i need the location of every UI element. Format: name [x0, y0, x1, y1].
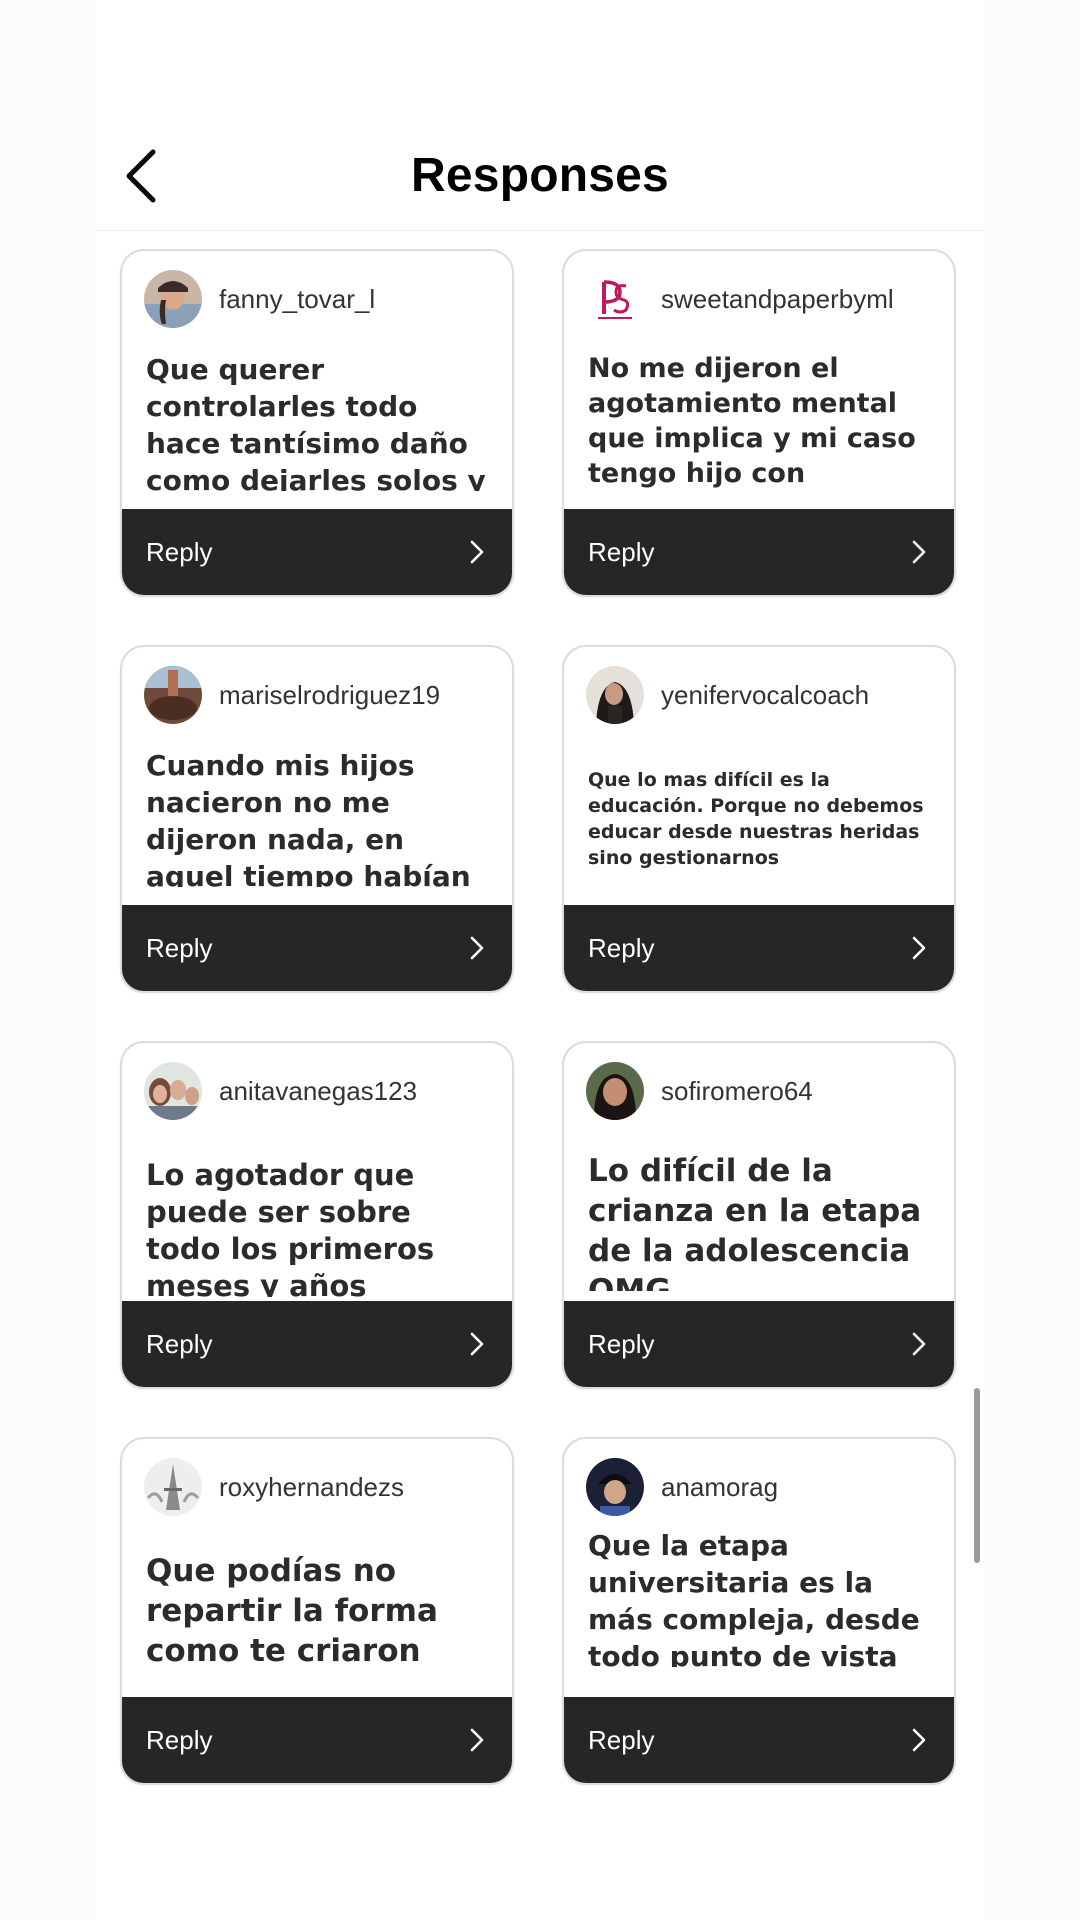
reply-label: Reply	[146, 536, 213, 567]
response-card: yenifervocalcoach Que lo mas difícil es …	[562, 645, 956, 993]
username[interactable]: anamorag	[661, 1472, 778, 1503]
response-card: fanny_tovar_l Que querer controlarles to…	[120, 249, 514, 597]
chevron-right-icon	[908, 934, 930, 962]
avatar[interactable]	[144, 270, 202, 328]
chevron-right-icon	[466, 1726, 488, 1754]
username[interactable]: sofiromero64	[661, 1076, 813, 1107]
username[interactable]: yenifervocalcoach	[661, 680, 869, 711]
response-card: roxyhernandezs Que podías no repartir la…	[120, 1437, 514, 1785]
avatar[interactable]	[144, 1062, 202, 1120]
response-card: anitavanegas123 Lo agotador que puede se…	[120, 1041, 514, 1389]
response-text: Que podías no repartir la forma como te …	[146, 1553, 438, 1669]
card-header: fanny_tovar_l	[144, 269, 375, 329]
avatar[interactable]	[586, 666, 644, 724]
reply-button[interactable]: Reply	[564, 1697, 954, 1783]
chevron-right-icon	[466, 1330, 488, 1358]
response-text: Lo agotador que puede ser sobre todo los…	[146, 1158, 435, 1297]
reply-label: Reply	[588, 1724, 655, 1755]
user-photo-icon	[586, 666, 644, 724]
response-card: sweetandpaperbyml No me dijeron el agota…	[562, 249, 956, 597]
response-text: Lo difícil de la crianza en la etapa de …	[588, 1153, 922, 1291]
reply-label: Reply	[588, 1328, 655, 1359]
reply-label: Reply	[146, 1328, 213, 1359]
avatar[interactable]	[144, 666, 202, 724]
card-header: mariselrodriguez19	[144, 665, 440, 725]
username[interactable]: roxyhernandezs	[219, 1472, 404, 1503]
chevron-right-icon	[466, 538, 488, 566]
reply-button[interactable]: Reply	[122, 509, 512, 595]
reply-button[interactable]: Reply	[122, 905, 512, 991]
reply-button[interactable]: Reply	[122, 1697, 512, 1783]
card-header: sofiromero64	[586, 1061, 813, 1121]
response-card: mariselrodriguez19 Cuando mis hijos naci…	[120, 645, 514, 993]
user-photo-icon	[586, 1458, 644, 1516]
card-header: anamorag	[586, 1457, 778, 1517]
user-photo-icon	[586, 1062, 644, 1120]
reply-button[interactable]: Reply	[122, 1301, 512, 1387]
card-header: anitavanegas123	[144, 1061, 417, 1121]
response-text: No me dijeron el agotamiento mental que …	[588, 353, 916, 489]
brand-logo-icon	[586, 270, 644, 328]
card-header: roxyhernandezs	[144, 1457, 404, 1517]
user-photo-icon	[144, 666, 202, 724]
reply-button[interactable]: Reply	[564, 509, 954, 595]
user-photo-icon	[144, 270, 202, 328]
chevron-right-icon	[466, 934, 488, 962]
user-photo-icon	[144, 1458, 202, 1516]
avatar[interactable]	[144, 1458, 202, 1516]
username[interactable]: sweetandpaperbyml	[661, 284, 894, 315]
username[interactable]: anitavanegas123	[219, 1076, 417, 1107]
card-header: sweetandpaperbyml	[586, 269, 894, 329]
chevron-right-icon	[908, 1330, 930, 1358]
chevron-right-icon	[908, 1726, 930, 1754]
page-title: Responses	[411, 149, 669, 202]
response-text: Cuando mis hijos nacieron no me dijeron …	[146, 749, 471, 887]
card-header: yenifervocalcoach	[586, 665, 869, 725]
avatar[interactable]	[586, 1062, 644, 1120]
reply-label: Reply	[588, 932, 655, 963]
user-photo-icon	[144, 1062, 202, 1120]
response-card: anamorag Que la etapa universitaria es l…	[562, 1437, 956, 1785]
avatar[interactable]	[586, 270, 644, 328]
reply-button[interactable]: Reply	[564, 1301, 954, 1387]
reply-label: Reply	[146, 932, 213, 963]
header-bar: Responses	[96, 120, 984, 231]
username[interactable]: fanny_tovar_l	[219, 284, 375, 315]
username[interactable]: mariselrodriguez19	[219, 680, 440, 711]
reply-label: Reply	[146, 1724, 213, 1755]
response-text: Que la etapa universitaria es la más com…	[588, 1529, 920, 1667]
responses-grid: fanny_tovar_l Que querer controlarles to…	[96, 231, 984, 1920]
response-card: sofiromero64 Lo difícil de la crianza en…	[562, 1041, 956, 1389]
reply-label: Reply	[588, 536, 655, 567]
left-margin	[0, 0, 96, 1920]
response-text: Que lo mas difícil es la educación. Porq…	[588, 769, 924, 869]
response-text: Que querer controlarles todo hace tantís…	[146, 353, 486, 491]
avatar[interactable]	[586, 1458, 644, 1516]
scrollbar[interactable]	[974, 1388, 980, 1563]
chevron-right-icon	[908, 538, 930, 566]
right-margin	[984, 0, 1080, 1920]
reply-button[interactable]: Reply	[564, 905, 954, 991]
